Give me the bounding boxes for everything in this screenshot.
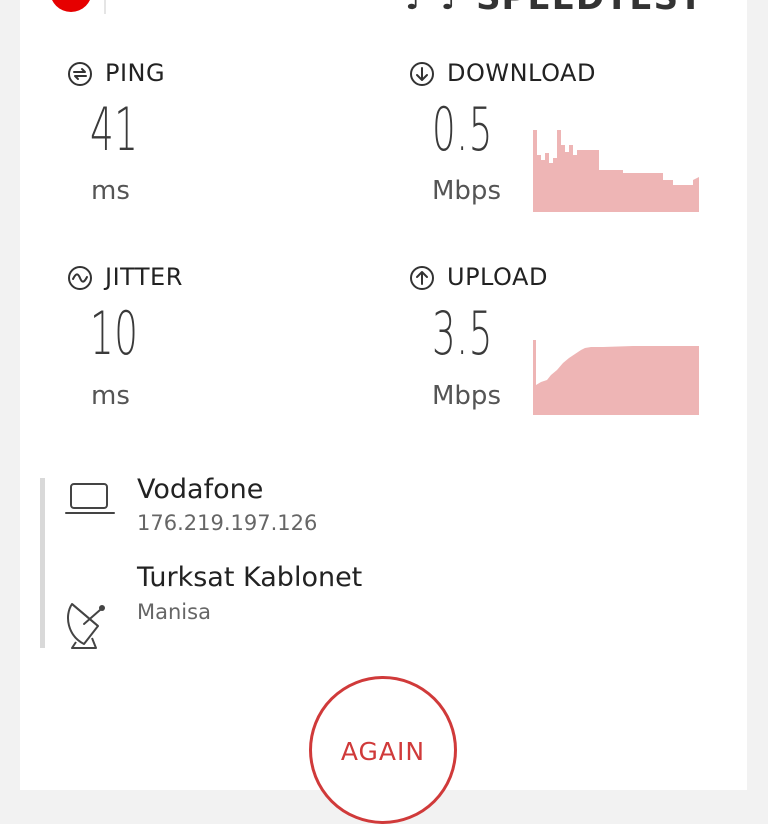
jitter-value: 10 [90,299,139,369]
app-brand-title: ♪ ♪ SPEEDTEST [405,0,703,18]
upload-graph-area [533,340,699,415]
upload-speed-graph [533,340,699,415]
provider-ip: 176.219.197.126 [137,511,318,535]
again-button[interactable]: AGAIN [309,676,457,824]
jitter-wave-icon [68,266,92,290]
download-value: 0.5 [432,95,494,165]
upload-label: UPLOAD [447,263,548,291]
upload-arrow-icon [410,266,434,290]
jitter-label: JITTER [105,263,183,291]
ping-label: PING [105,59,166,87]
provider-name: Vodafone [137,474,264,505]
again-button-label: AGAIN [340,737,426,766]
server-location: Manisa [137,600,211,624]
ping-value: 41 [90,95,139,165]
header-divider [104,0,106,14]
server-name: Turksat Kablonet [137,562,363,593]
ping-unit: ms [91,176,130,206]
download-graph-area [533,130,699,212]
laptop-icon [65,483,115,514]
ping-icon [68,62,92,86]
upload-unit: Mbps [432,381,501,411]
download-label: DOWNLOAD [447,59,596,87]
upload-value: 3.5 [432,299,494,369]
info-accent-bar [40,478,45,648]
satellite-dish-icon [67,603,105,649]
download-arrow-icon [410,62,434,86]
jitter-unit: ms [91,381,130,411]
download-unit: Mbps [432,176,501,206]
download-speed-graph [533,130,699,212]
